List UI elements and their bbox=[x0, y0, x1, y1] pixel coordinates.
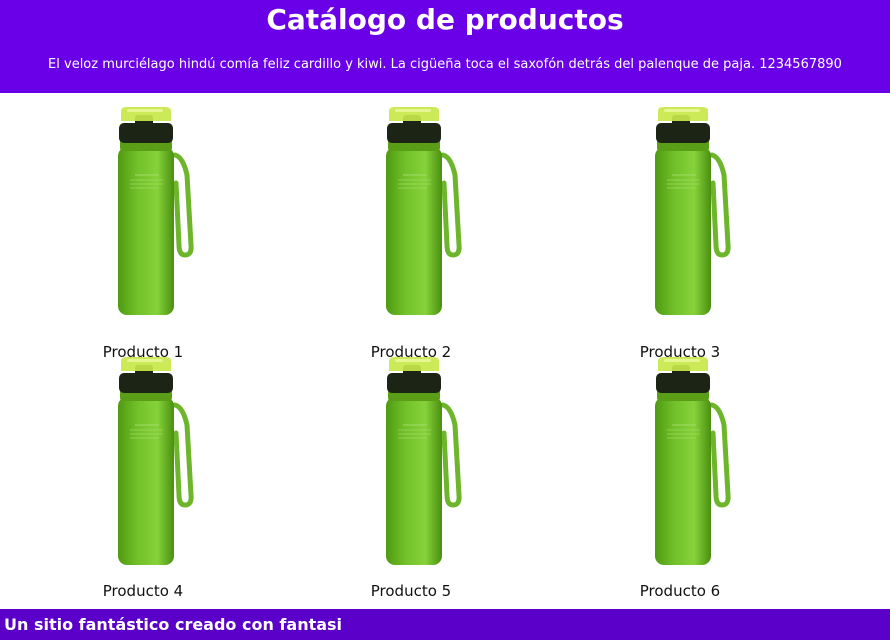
water-bottle-icon bbox=[386, 357, 462, 565]
product-card-6[interactable]: Producto 6 bbox=[570, 355, 790, 605]
water-bottle-icon bbox=[655, 357, 731, 565]
product-image-4[interactable] bbox=[33, 355, 253, 579]
page: Catálogo de productos El veloz murciélag… bbox=[0, 0, 890, 640]
product-name-5[interactable]: Producto 5 bbox=[301, 582, 521, 600]
product-card-3[interactable]: Producto 3 bbox=[570, 105, 790, 361]
product-image-5[interactable] bbox=[301, 355, 521, 579]
footer-text: Un sitio fantástico creado con fantasi bbox=[4, 615, 343, 634]
page-title: Catálogo de productos bbox=[266, 3, 624, 36]
product-card-1[interactable]: Producto 1 bbox=[33, 105, 253, 361]
water-bottle-icon bbox=[386, 107, 462, 315]
product-image-6[interactable] bbox=[570, 355, 790, 579]
product-name-6[interactable]: Producto 6 bbox=[570, 582, 790, 600]
water-bottle-icon bbox=[655, 107, 731, 315]
product-image-1[interactable] bbox=[33, 105, 253, 329]
product-card-2[interactable]: Producto 2 bbox=[301, 105, 521, 361]
product-card-4[interactable]: Producto 4 bbox=[33, 355, 253, 605]
product-name-4[interactable]: Producto 4 bbox=[33, 582, 253, 600]
water-bottle-icon bbox=[118, 107, 194, 315]
product-image-2[interactable] bbox=[301, 105, 521, 329]
page-tagline: El veloz murciélago hindú comía feliz ca… bbox=[48, 57, 842, 72]
site-header: Catálogo de productos El veloz murciélag… bbox=[0, 0, 890, 93]
site-footer: Un sitio fantástico creado con fantasi bbox=[0, 609, 890, 640]
product-image-3[interactable] bbox=[570, 105, 790, 329]
water-bottle-icon bbox=[118, 357, 194, 565]
product-grid: Producto 1 Producto 2 Producto 3 Product… bbox=[0, 93, 890, 609]
product-card-5[interactable]: Producto 5 bbox=[301, 355, 521, 605]
